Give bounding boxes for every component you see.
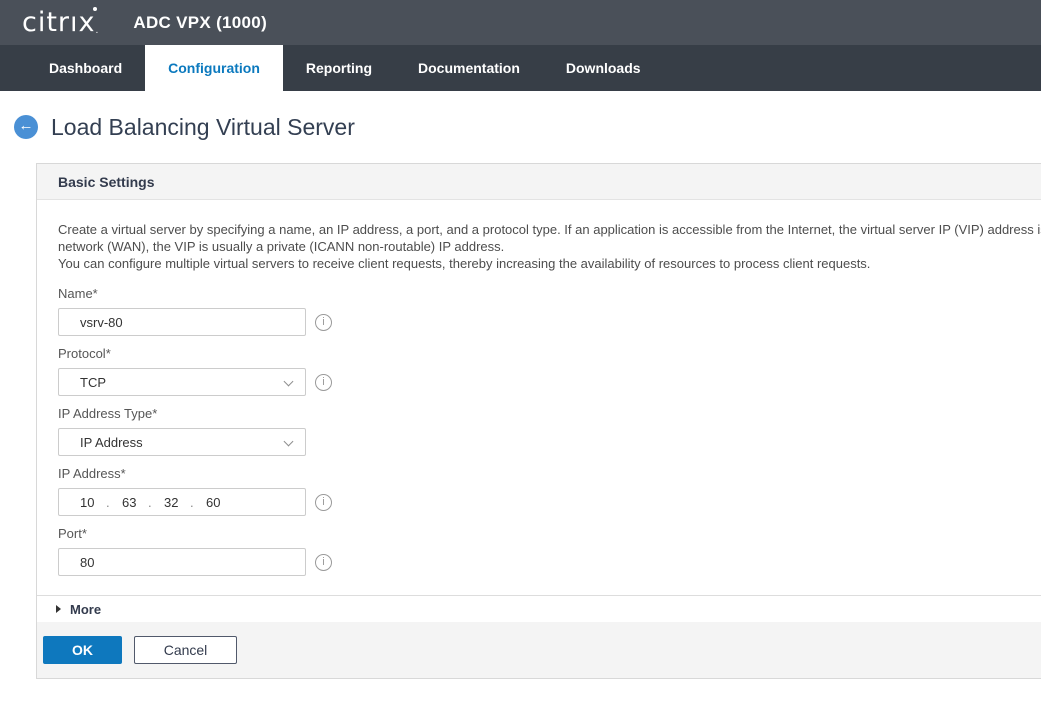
description-line: You can configure multiple virtual serve… (58, 255, 1041, 272)
protocol-label: Protocol* (58, 347, 1041, 360)
port-label: Port* (58, 527, 1041, 540)
chevron-down-icon (284, 377, 294, 387)
ip-octet-4[interactable]: 60 (206, 495, 232, 510)
protocol-select[interactable]: TCP (58, 368, 306, 396)
back-button[interactable]: ← (14, 115, 38, 139)
tab-configuration[interactable]: Configuration (145, 45, 283, 91)
panel-description: Create a virtual server by specifying a … (58, 221, 1041, 272)
more-toggle[interactable]: More (37, 595, 1041, 622)
protocol-selected-value: TCP (80, 375, 106, 390)
app-title: ADC VPX (1000) (133, 13, 267, 33)
back-arrow-icon: ← (19, 115, 34, 137)
port-input[interactable] (58, 548, 306, 576)
ip-octet-3[interactable]: 32 (164, 495, 190, 510)
panel-footer: OK Cancel (37, 622, 1041, 678)
tab-dashboard[interactable]: Dashboard (26, 45, 145, 91)
ip-address-type-selected-value: IP Address (80, 435, 143, 450)
cancel-button[interactable]: Cancel (134, 636, 237, 664)
ip-address-type-label: IP Address Type* (58, 407, 1041, 420)
port-field-group: Port* i (58, 527, 1041, 576)
app-header: citrıx. ADC VPX (1000) (0, 0, 1041, 45)
citrix-logo: citrıx. (22, 9, 106, 36)
description-line: network (WAN), the VIP is usually a priv… (58, 238, 1041, 255)
name-input[interactable] (58, 308, 306, 336)
name-field-group: Name* i (58, 287, 1041, 336)
info-icon[interactable]: i (315, 494, 332, 511)
logo-trademark-dot: . (96, 26, 100, 36)
page-title-row: ← Load Balancing Virtual Server (0, 91, 1041, 163)
ip-separator: . (148, 495, 164, 510)
name-label: Name* (58, 287, 1041, 300)
ip-address-type-field-group: IP Address Type* IP Address (58, 407, 1041, 456)
info-icon[interactable]: i (315, 374, 332, 391)
panel-title: Basic Settings (58, 174, 154, 190)
ip-address-label: IP Address* (58, 467, 1041, 480)
protocol-field-group: Protocol* TCP i (58, 347, 1041, 396)
panel-header: Basic Settings (37, 164, 1041, 200)
ip-address-type-select[interactable]: IP Address (58, 428, 306, 456)
expand-triangle-icon (56, 605, 61, 613)
ip-separator: . (106, 495, 122, 510)
logo-x-dot (93, 7, 97, 11)
chevron-down-icon (284, 437, 294, 447)
description-line: Create a virtual server by specifying a … (58, 221, 1041, 238)
info-icon[interactable]: i (315, 554, 332, 571)
ip-address-field-group: IP Address* 10 . 63 . 32 . 60 i (58, 467, 1041, 516)
tab-reporting[interactable]: Reporting (283, 45, 395, 91)
citrix-logo-text: citrıx (22, 7, 96, 38)
basic-settings-panel: Basic Settings Create a virtual server b… (36, 163, 1041, 679)
ok-button[interactable]: OK (43, 636, 122, 664)
ip-address-input[interactable]: 10 . 63 . 32 . 60 (58, 488, 306, 516)
page-title: Load Balancing Virtual Server (51, 114, 355, 141)
ip-separator: . (190, 495, 206, 510)
tab-downloads[interactable]: Downloads (543, 45, 664, 91)
ip-octet-1[interactable]: 10 (80, 495, 106, 510)
panel-body: Create a virtual server by specifying a … (37, 200, 1041, 595)
main-nav: Dashboard Configuration Reporting Docume… (0, 45, 1041, 91)
info-icon[interactable]: i (315, 314, 332, 331)
tab-documentation[interactable]: Documentation (395, 45, 543, 91)
ip-octet-2[interactable]: 63 (122, 495, 148, 510)
more-label: More (70, 602, 101, 617)
